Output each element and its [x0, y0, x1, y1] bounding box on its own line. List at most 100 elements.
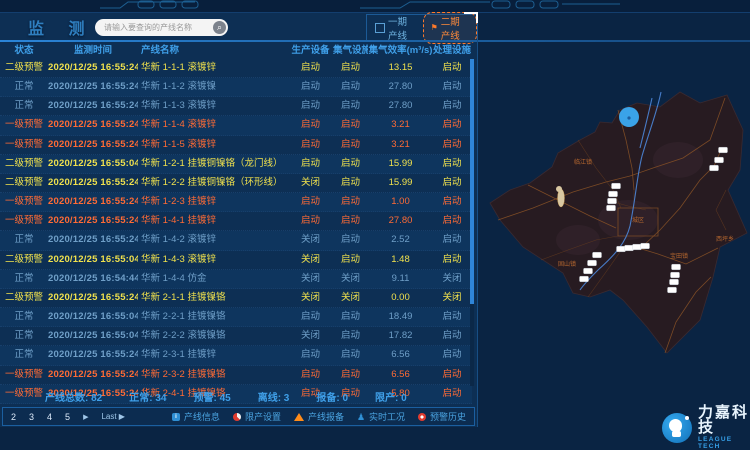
table-row[interactable]: 正常2020/12/25 16:55:24华新 1-1-3 滚镀锌启动启动27.…: [0, 97, 472, 116]
cell-c2: 华新 1-4-3 滚镀锌: [138, 251, 288, 269]
cell-c0: 正常: [0, 346, 48, 364]
table-row[interactable]: 一级预警2020/12/25 16:55:24华新 1-1-4 滚镀锌启动启动3…: [0, 116, 472, 135]
cell-c2: 华新 1-4-4 仿金: [138, 270, 288, 288]
cell-c1: 2020/12/25 16:55:24: [48, 289, 138, 307]
last-page-button[interactable]: Last ▶: [101, 412, 125, 421]
alarm-dot-icon: [418, 413, 426, 421]
table-row[interactable]: 二级预警2020/12/25 16:55:24华新 2-1-1 挂镀镍铬关闭关闭…: [0, 289, 472, 308]
cell-c3: 启动: [288, 155, 333, 173]
cell-c4: 启动: [333, 308, 368, 326]
site-marker[interactable]: [633, 244, 642, 250]
site-marker[interactable]: [593, 252, 602, 258]
cell-c3: 启动: [288, 366, 333, 384]
site-marker[interactable]: [719, 147, 728, 153]
phase1-label: 一期产线: [388, 14, 416, 42]
legend-label: 限产设置: [245, 410, 281, 423]
site-marker[interactable]: [607, 205, 616, 211]
table-row[interactable]: 正常2020/12/25 16:55:24华新 1-1-2 滚镀镍启动启动27.…: [0, 78, 472, 97]
cell-c5: 27.80: [368, 78, 433, 96]
site-marker[interactable]: [609, 191, 618, 197]
legend-item[interactable]: 预警历史: [418, 410, 466, 423]
pagination: 2 3 4 5 ▶ Last ▶: [11, 412, 125, 422]
table-row[interactable]: 正常2020/12/25 16:55:24华新 1-4-2 滚镀锌关闭启动2.5…: [0, 231, 472, 250]
table-row[interactable]: 正常2020/12/25 16:54:44华新 1-4-4 仿金关闭关闭9.11…: [0, 270, 472, 289]
table-row[interactable]: 一级预警2020/12/25 16:55:24华新 1-4-1 挂镀锌启动启动2…: [0, 212, 472, 231]
cell-c5: 15.99: [368, 174, 433, 192]
search-input[interactable]: [95, 23, 213, 32]
search-icon[interactable]: ⌕: [213, 21, 226, 34]
page-number[interactable]: 2: [11, 412, 16, 422]
district-map[interactable]: 城区临江镇西坪乡固山镇宝田镇: [478, 40, 750, 432]
site-marker[interactable]: [588, 260, 597, 266]
cell-c0: 一级预警: [0, 193, 48, 211]
site-marker[interactable]: [715, 157, 724, 163]
table-row[interactable]: 二级预警2020/12/25 16:55:04华新 1-4-3 滚镀锌关闭启动1…: [0, 251, 472, 270]
legend-item[interactable]: ♟实时工况: [357, 410, 405, 423]
legend-label: 产线信息: [184, 410, 220, 423]
cell-c4: 启动: [333, 231, 368, 249]
summary-item: 限产: 0: [375, 389, 407, 404]
site-marker[interactable]: [671, 272, 680, 278]
site-marker[interactable]: [710, 165, 719, 171]
table-row[interactable]: 二级预警2020/12/25 16:55:24华新 1-2-2 挂镀铜镍铬（环形…: [0, 174, 472, 193]
next-page-button[interactable]: ▶: [83, 413, 88, 421]
cell-c3: 关闭: [288, 251, 333, 269]
table-row[interactable]: 正常2020/12/25 16:55:04华新 2-2-2 滚镀镍铬关闭启动17…: [0, 327, 472, 346]
cell-c1: 2020/12/25 16:55:04: [48, 155, 138, 173]
table-row[interactable]: 正常2020/12/25 16:55:24华新 2-3-1 挂镀锌启动启动6.5…: [0, 346, 472, 365]
cell-c6: 启动: [433, 78, 471, 96]
cell-c4: 启动: [333, 97, 368, 115]
site-marker[interactable]: [668, 287, 677, 293]
cell-c3: 启动: [288, 212, 333, 230]
table-row[interactable]: 一级预警2020/12/25 16:55:24华新 1-1-5 滚镀锌启动启动3…: [0, 136, 472, 155]
cell-c5: 9.11: [368, 270, 433, 288]
table-row[interactable]: 正常2020/12/25 16:55:04华新 2-2-1 挂镀镍铬启动启动18…: [0, 308, 472, 327]
cell-c1: 2020/12/25 16:55:04: [48, 251, 138, 269]
page-number[interactable]: 3: [29, 412, 34, 422]
cell-c6: 启动: [433, 155, 471, 173]
cell-c3: 启动: [288, 78, 333, 96]
cell-c0: 正常: [0, 270, 48, 288]
table-row[interactable]: 二级预警2020/12/25 16:55:24华新 1-1-1 滚镀锌启动启动1…: [0, 59, 472, 78]
cell-c2: 华新 2-3-2 挂镀镍铬: [138, 366, 288, 384]
table-row[interactable]: 一级预警2020/12/25 16:55:24华新 1-2-3 挂镀锌启动启动1…: [0, 193, 472, 212]
place-label: 宝田镇: [670, 252, 688, 260]
site-marker[interactable]: [672, 264, 681, 270]
scrollbar-thumb[interactable]: [470, 59, 474, 304]
legend: i产线信息 限产设置产线报备 ♟实时工况预警历史: [172, 410, 466, 423]
site-marker[interactable]: [625, 245, 634, 251]
phase1-checkbox[interactable]: 一期产线: [375, 14, 416, 42]
top-decoration: [100, 0, 620, 12]
legend-item[interactable]: 限产设置: [233, 410, 281, 423]
cell-c4: 启动: [333, 366, 368, 384]
page-number[interactable]: 5: [65, 412, 70, 422]
alert-bubble-dot: [627, 116, 630, 119]
legend-item[interactable]: i产线信息: [172, 410, 220, 423]
cell-c5: 0.00: [368, 289, 433, 307]
site-marker[interactable]: [584, 268, 593, 274]
site-marker[interactable]: [580, 276, 589, 282]
table-row[interactable]: 一级预警2020/12/25 16:55:24华新 2-3-2 挂镀镍铬启动启动…: [0, 366, 472, 385]
cell-c5: 15.99: [368, 155, 433, 173]
site-marker[interactable]: [641, 243, 650, 249]
site-marker[interactable]: [612, 183, 621, 189]
site-marker[interactable]: [670, 279, 679, 285]
legend-item[interactable]: 产线报备: [294, 410, 344, 423]
site-marker[interactable]: [617, 246, 626, 252]
cell-c2: 华新 2-2-2 滚镀镍铬: [138, 327, 288, 345]
page-number[interactable]: 4: [47, 412, 52, 422]
column-header: 监测时间: [48, 43, 138, 58]
table-body: 二级预警2020/12/25 16:55:24华新 1-1-1 滚镀锌启动启动1…: [0, 59, 472, 386]
logo-name-cn: 力嘉科技: [698, 405, 750, 435]
cell-c4: 启动: [333, 174, 368, 192]
cell-c0: 二级预警: [0, 251, 48, 269]
cell-c4: 启动: [333, 136, 368, 154]
table-row[interactable]: 二级预警2020/12/25 16:55:04华新 1-2-1 挂镀铜镍铬（龙门…: [0, 155, 472, 174]
cell-c5: 2.52: [368, 231, 433, 249]
cell-c0: 二级预警: [0, 289, 48, 307]
site-marker[interactable]: [608, 198, 617, 204]
cell-c6: 关闭: [433, 270, 471, 288]
cell-c1: 2020/12/25 16:54:44: [48, 270, 138, 288]
cell-c2: 华新 1-1-2 滚镀镍: [138, 78, 288, 96]
cell-c0: 一级预警: [0, 366, 48, 384]
